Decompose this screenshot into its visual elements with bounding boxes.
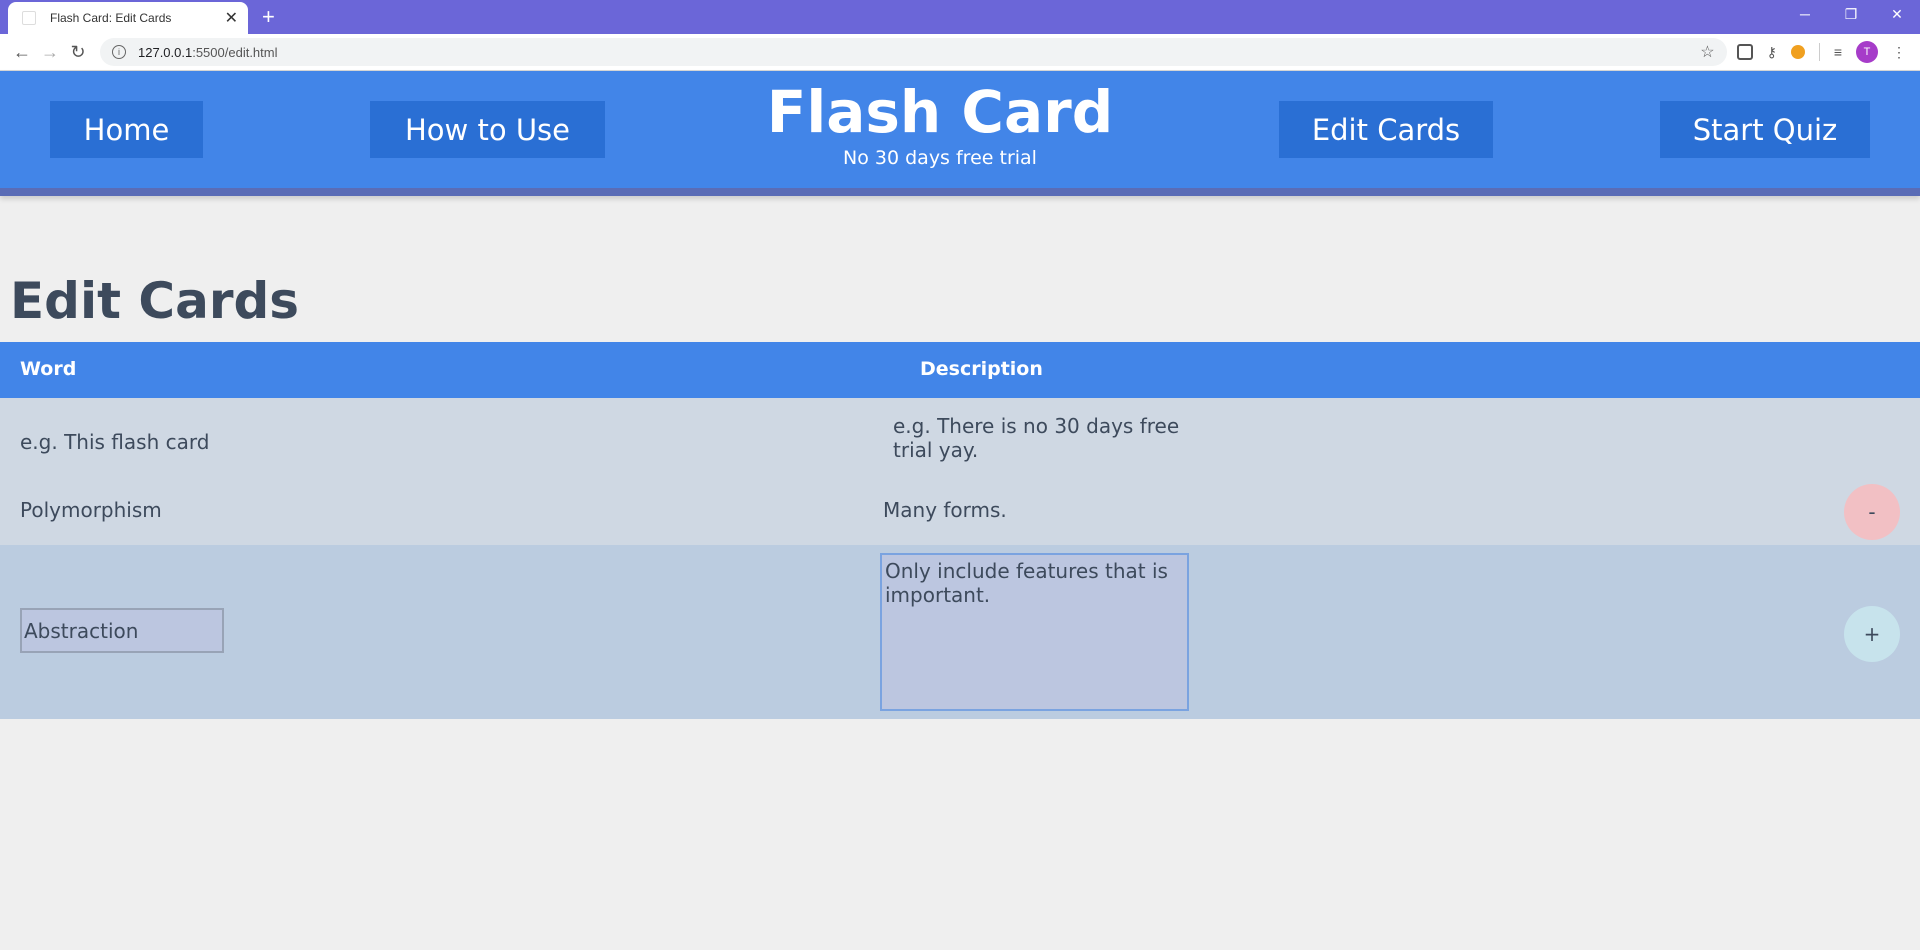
new-description-input[interactable]: Only include features that is important. bbox=[880, 553, 1189, 711]
extension-square-icon[interactable] bbox=[1736, 44, 1753, 60]
extension-key-icon[interactable]: ⚷ bbox=[1767, 44, 1777, 61]
nav-how-to-use-button[interactable]: How to Use bbox=[370, 101, 605, 158]
card-description: Many forms. bbox=[883, 498, 1007, 522]
site-info-icon[interactable]: i bbox=[112, 45, 126, 59]
nav-home-button[interactable]: Home bbox=[50, 101, 203, 158]
url-host: 127.0.0.1 bbox=[138, 44, 193, 60]
add-card-button[interactable]: + bbox=[1844, 606, 1900, 662]
nav-start-quiz-button[interactable]: Start Quiz bbox=[1660, 101, 1870, 158]
new-word-input[interactable] bbox=[20, 608, 224, 653]
address-bar[interactable]: i 127.0.0.1:5500/edit.html ☆ bbox=[100, 38, 1727, 66]
browser-toolbar: ← → ↻ i 127.0.0.1:5500/edit.html ☆ ⚷ ≡ T… bbox=[0, 34, 1920, 71]
nav-edit-cards-button[interactable]: Edit Cards bbox=[1279, 101, 1493, 158]
window-controls: ─ ❐ ✕ bbox=[1782, 0, 1920, 30]
card-word: Polymorphism bbox=[20, 498, 162, 522]
url-text: 127.0.0.1:5500/edit.html bbox=[138, 45, 1700, 60]
minimize-icon[interactable]: ─ bbox=[1782, 0, 1828, 30]
tab-close-icon[interactable]: ✕ bbox=[225, 8, 238, 28]
back-arrow-icon[interactable]: ← bbox=[8, 38, 36, 66]
page-title: Edit Cards bbox=[10, 272, 300, 330]
placeholder-description: e.g. There is no 30 days free trial yay. bbox=[893, 414, 1180, 462]
toolbar-divider bbox=[1818, 43, 1820, 61]
site-header: Home How to Use Flash Card No 30 days fr… bbox=[0, 71, 1920, 196]
bookmark-star-icon[interactable]: ☆ bbox=[1700, 42, 1714, 62]
restore-icon[interactable]: ❐ bbox=[1828, 0, 1874, 30]
site-brand: Flash Card No 30 days free trial bbox=[730, 78, 1150, 169]
browser-tab[interactable]: Flash Card: Edit Cards ✕ bbox=[8, 2, 248, 34]
page-favicon-icon bbox=[22, 11, 36, 25]
new-card-row: Only include features that is important.… bbox=[0, 545, 1920, 719]
table-header: Word Description bbox=[0, 342, 1920, 398]
browser-tab-bar: Flash Card: Edit Cards ✕ + ─ ❐ ✕ bbox=[0, 0, 1920, 34]
window-close-icon[interactable]: ✕ bbox=[1874, 0, 1920, 30]
media-playlist-icon[interactable]: ≡ bbox=[1834, 44, 1842, 60]
table-row: Polymorphism Many forms. - bbox=[0, 478, 1920, 545]
extensions-area: ⚷ ≡ T ⋮ bbox=[1736, 41, 1912, 63]
brand-name: Flash Card bbox=[766, 78, 1114, 146]
extension-orange-icon[interactable] bbox=[1790, 45, 1805, 59]
profile-avatar[interactable]: T bbox=[1856, 41, 1878, 63]
url-path: :5500/edit.html bbox=[192, 44, 278, 60]
browser-menu-icon[interactable]: ⋮ bbox=[1892, 44, 1906, 61]
forward-arrow-icon[interactable]: → bbox=[36, 38, 64, 66]
column-header-word: Word bbox=[20, 358, 77, 380]
cards-table: Word Description e.g. This flash card e.… bbox=[0, 342, 1920, 719]
brand-tagline: No 30 days free trial bbox=[843, 146, 1037, 169]
placeholder-row: e.g. This flash card e.g. There is no 30… bbox=[0, 398, 1920, 478]
column-header-description: Description bbox=[920, 358, 1043, 380]
new-tab-button[interactable]: + bbox=[262, 4, 275, 30]
tab-title: Flash Card: Edit Cards bbox=[50, 11, 172, 25]
remove-card-button[interactable]: - bbox=[1844, 484, 1900, 540]
placeholder-word: e.g. This flash card bbox=[20, 430, 210, 454]
reload-icon[interactable]: ↻ bbox=[64, 38, 92, 66]
